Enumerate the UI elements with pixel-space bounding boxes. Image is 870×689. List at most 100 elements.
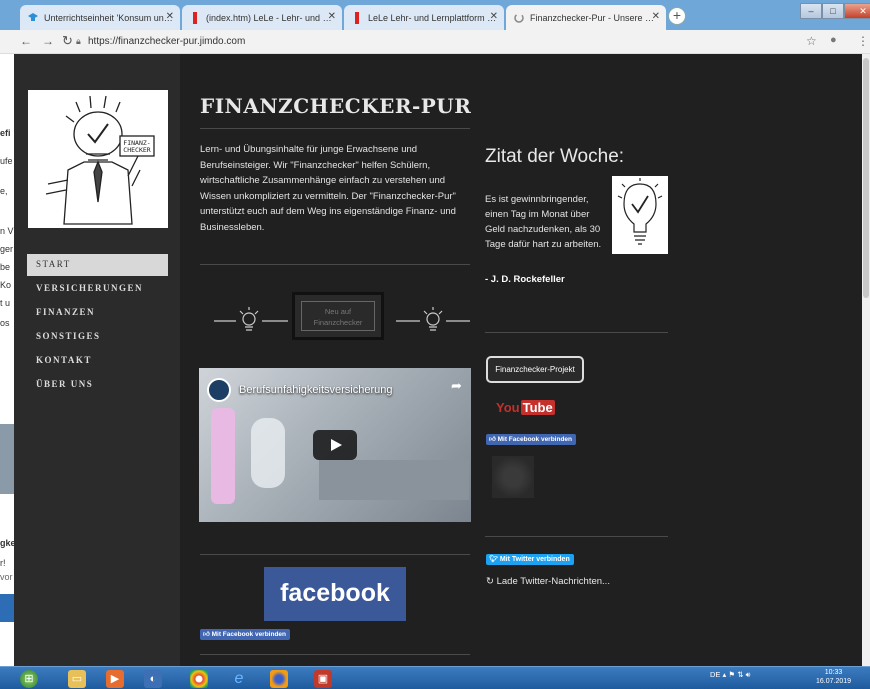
nav-finanzen[interactable]: FINANZEN xyxy=(27,302,168,324)
channel-avatar[interactable] xyxy=(207,378,231,402)
tab-lele-index[interactable]: (index.htm) LeLe - Lehr- und Lern... ✕ xyxy=(182,5,342,30)
fragment-text: be xyxy=(0,262,11,272)
youtube-logo[interactable]: You Tube xyxy=(496,400,555,415)
facebook-banner[interactable]: facebook xyxy=(264,567,406,621)
video-player[interactable]: Berufsunfähigkeitsversicherung ➦ xyxy=(199,368,471,522)
tray-arrow-icon[interactable]: ▴ xyxy=(723,670,727,679)
internet-explorer-icon[interactable]: e xyxy=(230,670,248,688)
bookmark-star-icon[interactable]: ☆ xyxy=(806,34,817,48)
intro-text: Lern- und Übungsinhalte für junge Erwach… xyxy=(200,144,456,233)
close-icon[interactable]: ✕ xyxy=(652,11,660,22)
extension-icon[interactable]: ● xyxy=(830,34,837,46)
nav-ueber-uns[interactable]: ÜBER UNS xyxy=(27,374,168,396)
share-icon[interactable]: ➦ xyxy=(451,378,462,394)
finanzchecker-projekt-button[interactable]: Finanzchecker-Projekt xyxy=(486,356,584,383)
forward-arrow-icon[interactable]: → xyxy=(42,34,54,48)
tab-label: LeLe Lehr- und Lernplattform für ... xyxy=(368,12,498,23)
lock-icon[interactable]: 🔒︎ xyxy=(76,36,81,47)
fragment-text: vor xyxy=(0,572,13,582)
nav-versicherungen[interactable]: VERSICHERUNGEN xyxy=(27,278,168,300)
minimize-button[interactable]: – xyxy=(800,3,822,19)
reload-icon[interactable]: ↻ xyxy=(62,33,73,49)
tab-label: Unterrichtseinheit 'Konsum und ... xyxy=(44,12,174,23)
firefox-icon[interactable] xyxy=(270,670,288,688)
fragment-text: n V xyxy=(0,226,14,236)
quote-text: Es ist gewinnbringender, einen Tag im Mo… xyxy=(485,194,602,250)
lightbulb-mascot-icon: FINANZ- CHECKER xyxy=(45,95,155,225)
quote-author: - J. D. Rockefeller xyxy=(485,274,565,285)
clock-date: 16.07.2019 xyxy=(816,678,852,685)
twitter-connect-button[interactable]: 🐦︎ Mit Twitter verbinden xyxy=(486,554,574,565)
loading-icon xyxy=(514,13,524,23)
tab-label: (index.htm) LeLe - Lehr- und Lern... xyxy=(206,12,336,23)
maximize-button[interactable]: □ xyxy=(822,3,844,19)
chrome-icon[interactable] xyxy=(190,670,208,688)
network-icon[interactable]: ⇅ xyxy=(737,670,743,679)
close-icon[interactable]: ✕ xyxy=(490,11,498,22)
nav-kontakt[interactable]: KONTAKT xyxy=(27,350,168,372)
page-title: FINANZCHECKER-PUR xyxy=(200,94,472,118)
tab-lele-plattform[interactable]: LeLe Lehr- und Lernplattform für ... ✕ xyxy=(344,5,504,30)
thumbs-up-icon: 👍︎ xyxy=(203,631,212,638)
fragment-text: efi xyxy=(0,128,11,138)
address-bar: ← → ↻ 🔒︎ https://finanzchecker-pur.jimdo… xyxy=(0,30,870,54)
facebook-connect-label: Mit Facebook verbinden xyxy=(211,631,287,638)
start-button-icon[interactable]: ⊞ xyxy=(20,670,38,688)
background-window-fragment: efi ufe e, n V ger be Ko t u os gke r! v… xyxy=(0,54,14,666)
video-title[interactable]: Berufsunfähigkeitsversicherung xyxy=(239,384,392,396)
twitter-loading: ↻ Lade Twitter-Nachrichten... xyxy=(486,576,610,587)
menu-dots-icon[interactable]: ⋮ xyxy=(857,34,869,48)
divider xyxy=(200,264,470,265)
tab-finanzchecker[interactable]: Finanzchecker-Pur - Unsere Web... ✕ xyxy=(506,5,666,30)
sidebar: FINANZ- CHECKER START VERSICHERUNGEN FIN… xyxy=(14,54,180,666)
nav-start[interactable]: START xyxy=(27,254,168,276)
file-explorer-icon[interactable]: ▭ xyxy=(68,670,86,688)
thumbnail-fragment xyxy=(0,424,14,494)
tag-cloud-image[interactable] xyxy=(492,456,534,498)
divider xyxy=(485,536,668,537)
scrollbar-thumb[interactable] xyxy=(863,58,869,298)
play-button[interactable] xyxy=(313,430,357,460)
speaker-icon[interactable]: 🔊︎ xyxy=(746,670,751,679)
close-icon[interactable]: ✕ xyxy=(328,11,336,22)
fragment-text: gke xyxy=(0,538,14,548)
back-arrow-icon[interactable]: ← xyxy=(20,34,32,48)
vertical-scrollbar[interactable] xyxy=(862,54,870,666)
clock-time: 10:33 xyxy=(824,669,843,676)
tab-unterrichtseinheit[interactable]: Unterrichtseinheit 'Konsum und ... ✕ xyxy=(20,5,180,30)
facebook-connect-button-right[interactable]: 👍︎ Mit Facebook verbinden xyxy=(486,434,577,445)
url-field[interactable]: https://finanzchecker-pur.jimdo.com xyxy=(88,36,245,47)
twitter-connect-label: Mit Twitter verbinden xyxy=(499,556,570,563)
language-indicator[interactable]: DE xyxy=(710,670,720,679)
logo-sign-text: CHECKER xyxy=(123,146,150,154)
fragment-text: r! xyxy=(0,558,6,568)
new-tab-button[interactable]: + xyxy=(668,7,686,25)
divider xyxy=(200,128,470,129)
red-bookmark-icon xyxy=(355,12,359,24)
flag-icon[interactable]: ⚑ xyxy=(728,670,735,679)
thumbs-up-icon: 👍︎ xyxy=(489,436,498,443)
divider xyxy=(485,332,668,333)
quote-image xyxy=(612,176,668,254)
nav-sonstiges[interactable]: SONSTIGES xyxy=(27,326,168,348)
app-icon[interactable]: ◐ xyxy=(144,670,162,688)
facebook-connect-label: Mit Facebook verbinden xyxy=(497,436,573,443)
neu-auf-finanzchecker-box[interactable]: Neu auf Finanzchecker xyxy=(292,292,384,340)
clock[interactable]: 10:33 16.07.2019 xyxy=(816,668,851,686)
facebook-connect-button[interactable]: 👍︎ Mit Facebook verbinden xyxy=(200,629,291,640)
twitter-bird-icon: 🐦︎ xyxy=(489,556,500,563)
media-player-icon[interactable]: ▶ xyxy=(106,670,124,688)
fragment-text: e, xyxy=(0,186,8,196)
tab-bar: Unterrichtseinheit 'Konsum und ... ✕ (in… xyxy=(0,0,870,30)
office-app-icon[interactable]: ▣ xyxy=(314,670,332,688)
window-controls: – □ ✕ xyxy=(800,3,870,21)
close-window-button[interactable]: ✕ xyxy=(844,3,870,19)
loading-spinner-icon: ↻ xyxy=(486,576,497,587)
video-desk xyxy=(319,460,469,500)
close-icon[interactable]: ✕ xyxy=(166,11,174,22)
site-logo[interactable]: FINANZ- CHECKER xyxy=(28,90,168,228)
quote-heading: Zitat der Woche: xyxy=(485,146,625,167)
divider xyxy=(200,654,470,655)
twitter-loading-text: Lade Twitter-Nachrichten... xyxy=(496,576,610,587)
button-fragment xyxy=(0,594,14,622)
